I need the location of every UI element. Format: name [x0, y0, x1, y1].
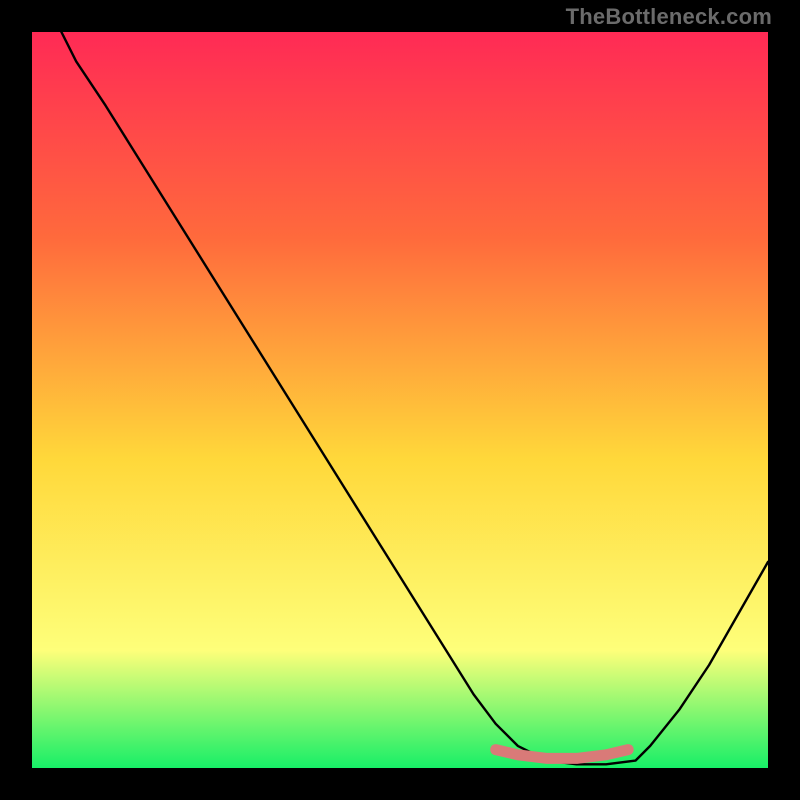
watermark-text: TheBottleneck.com — [566, 4, 772, 30]
chart-svg — [32, 32, 768, 768]
chart-frame: TheBottleneck.com — [0, 0, 800, 800]
plot-area — [32, 32, 768, 768]
gradient-background — [32, 32, 768, 768]
